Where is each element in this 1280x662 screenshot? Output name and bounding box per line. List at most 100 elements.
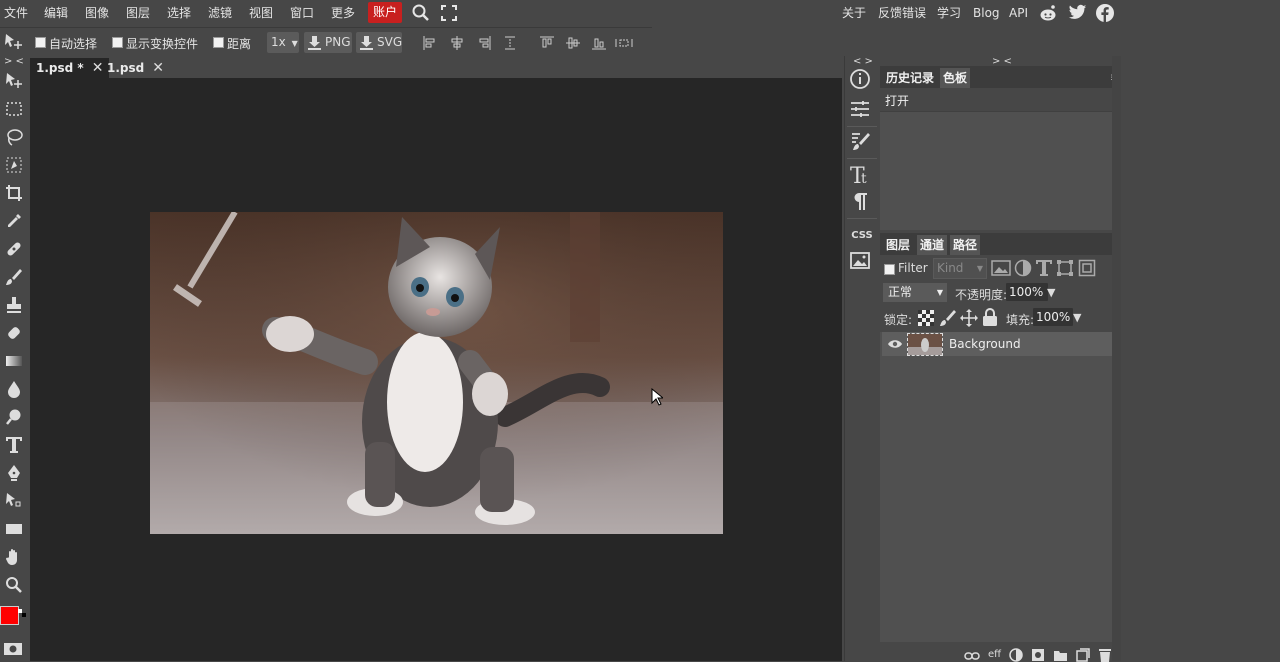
menu-file[interactable]: 文件 bbox=[4, 4, 28, 22]
lock-position-icon[interactable] bbox=[960, 309, 978, 327]
blur-tool[interactable] bbox=[2, 378, 26, 400]
hand-tool[interactable] bbox=[2, 546, 26, 568]
pen-tool[interactable] bbox=[2, 462, 26, 484]
menu-select[interactable]: 选择 bbox=[167, 4, 191, 22]
info-icon[interactable] bbox=[849, 68, 875, 94]
filter-adjustment-icon[interactable] bbox=[1014, 259, 1032, 277]
opacity-dropdown-icon[interactable]: ▼ bbox=[1047, 286, 1055, 299]
menu-blog[interactable]: Blog bbox=[973, 4, 1000, 22]
quick-select-tool[interactable] bbox=[2, 154, 26, 176]
export-png-button[interactable]: PNG bbox=[304, 32, 352, 53]
menu-edit[interactable]: 编辑 bbox=[44, 4, 68, 22]
opacity-input[interactable]: 100% bbox=[1006, 283, 1048, 301]
filter-pixel-icon[interactable] bbox=[991, 259, 1011, 277]
menu-image[interactable]: 图像 bbox=[85, 4, 109, 22]
show-transform-checkbox[interactable] bbox=[112, 37, 123, 48]
align-top-icon[interactable] bbox=[540, 36, 554, 50]
zoom-select[interactable]: 1x ▼ bbox=[267, 32, 299, 53]
align-middle-v-icon[interactable] bbox=[566, 36, 580, 50]
filter-checkbox[interactable] bbox=[884, 264, 895, 275]
eraser-tool[interactable] bbox=[2, 322, 26, 344]
menu-view[interactable]: 视图 bbox=[249, 4, 273, 22]
tab-paths[interactable]: 路径 bbox=[950, 235, 981, 255]
menu-more[interactable]: 更多 bbox=[331, 4, 355, 22]
tab-document-1[interactable]: 1.psd * ✕ bbox=[30, 58, 110, 78]
menu-about[interactable]: 关于 bbox=[842, 4, 866, 22]
align-left-icon[interactable] bbox=[423, 36, 437, 50]
crop-tool[interactable] bbox=[2, 182, 26, 204]
paragraph-icon[interactable] bbox=[849, 190, 875, 216]
swap-colors-icon[interactable] bbox=[18, 606, 26, 617]
filter-shape-icon[interactable] bbox=[1056, 259, 1074, 277]
character-icon[interactable]: Tt bbox=[849, 162, 875, 189]
menu-learn[interactable]: 学习 bbox=[937, 4, 961, 22]
account-button[interactable]: 账户 bbox=[368, 2, 403, 23]
tab-swatches[interactable]: 色板 bbox=[940, 68, 971, 88]
tab-document-2[interactable]: 1.psd ✕ bbox=[101, 58, 170, 78]
eyedropper-tool[interactable] bbox=[2, 210, 26, 232]
distribute-h-icon[interactable] bbox=[503, 36, 517, 50]
toolbar-collapse-toggle[interactable]: > < bbox=[4, 56, 24, 67]
folder-icon[interactable] bbox=[1053, 648, 1068, 662]
twitter-icon[interactable] bbox=[1068, 4, 1087, 24]
tab-layers[interactable]: 图层 bbox=[883, 235, 914, 255]
menu-api[interactable]: API bbox=[1009, 4, 1028, 22]
distance-checkbox[interactable] bbox=[213, 37, 224, 48]
lock-pixels-icon[interactable] bbox=[939, 309, 957, 327]
path-select-tool[interactable] bbox=[2, 490, 26, 512]
link-icon[interactable] bbox=[964, 652, 980, 660]
mask-icon[interactable] bbox=[1031, 648, 1045, 662]
menu-layer[interactable]: 图层 bbox=[126, 4, 150, 22]
stamp-tool[interactable] bbox=[2, 294, 26, 316]
dodge-tool[interactable] bbox=[2, 406, 26, 428]
filter-smart-object-icon[interactable] bbox=[1078, 259, 1096, 277]
panel-scrollbar[interactable] bbox=[1112, 56, 1121, 661]
menu-window[interactable]: 窗口 bbox=[290, 4, 314, 22]
move-tool[interactable] bbox=[2, 70, 26, 92]
shape-tool[interactable] bbox=[2, 518, 26, 540]
icon-column-collapse-toggle[interactable]: < > bbox=[853, 56, 873, 67]
image-icon[interactable] bbox=[849, 250, 875, 276]
brush-tool[interactable] bbox=[2, 266, 26, 288]
blend-mode-select[interactable]: 正常 ▼ bbox=[883, 283, 947, 302]
fill-input[interactable]: 100% bbox=[1033, 308, 1073, 326]
facebook-icon[interactable] bbox=[1096, 4, 1114, 25]
healing-tool[interactable] bbox=[2, 238, 26, 260]
layer-row[interactable]: Background bbox=[882, 332, 1112, 356]
close-icon[interactable]: ✕ bbox=[152, 60, 164, 76]
text-tool[interactable] bbox=[2, 434, 26, 456]
new-layer-icon[interactable] bbox=[1076, 648, 1090, 662]
lock-all-icon[interactable] bbox=[982, 308, 998, 327]
zoom-tool[interactable] bbox=[2, 574, 26, 596]
trash-icon[interactable] bbox=[1098, 648, 1112, 662]
auto-select-checkbox[interactable] bbox=[35, 37, 46, 48]
reddit-icon[interactable] bbox=[1039, 4, 1057, 25]
document-canvas-image[interactable] bbox=[150, 212, 723, 534]
menu-filter[interactable]: 滤镜 bbox=[208, 4, 232, 22]
brush-settings-icon[interactable] bbox=[849, 130, 875, 156]
history-item-row[interactable]: 打开 bbox=[880, 89, 1112, 111]
search-icon[interactable] bbox=[411, 3, 431, 26]
align-bottom-icon[interactable] bbox=[592, 36, 606, 50]
align-center-h-icon[interactable] bbox=[450, 36, 464, 50]
kind-select[interactable]: Kind ▼ bbox=[933, 258, 987, 279]
export-svg-button[interactable]: SVG bbox=[356, 32, 402, 53]
eye-icon[interactable] bbox=[887, 339, 903, 349]
menu-report-bug[interactable]: 反馈错误 bbox=[878, 4, 926, 22]
filter-text-icon[interactable] bbox=[1035, 259, 1053, 277]
gradient-tool[interactable] bbox=[2, 350, 26, 372]
align-right-icon[interactable] bbox=[477, 36, 491, 50]
css-icon[interactable]: CSS bbox=[849, 226, 875, 252]
foreground-color-swatch[interactable] bbox=[0, 606, 19, 625]
marquee-tool[interactable] bbox=[2, 98, 26, 120]
adjustments-icon[interactable] bbox=[849, 98, 875, 124]
adjustment-layer-icon[interactable] bbox=[1009, 648, 1023, 662]
distribute-v-icon[interactable] bbox=[615, 36, 633, 50]
effects-button[interactable]: eff bbox=[988, 649, 1001, 660]
lock-transparency-icon[interactable] bbox=[917, 309, 935, 327]
fill-dropdown-icon[interactable]: ▼ bbox=[1073, 311, 1081, 324]
tab-channels[interactable]: 通道 bbox=[917, 235, 948, 255]
tab-history[interactable]: 历史记录 bbox=[883, 68, 938, 88]
quick-mask-icon[interactable] bbox=[3, 642, 25, 658]
fullscreen-icon[interactable] bbox=[441, 5, 457, 24]
